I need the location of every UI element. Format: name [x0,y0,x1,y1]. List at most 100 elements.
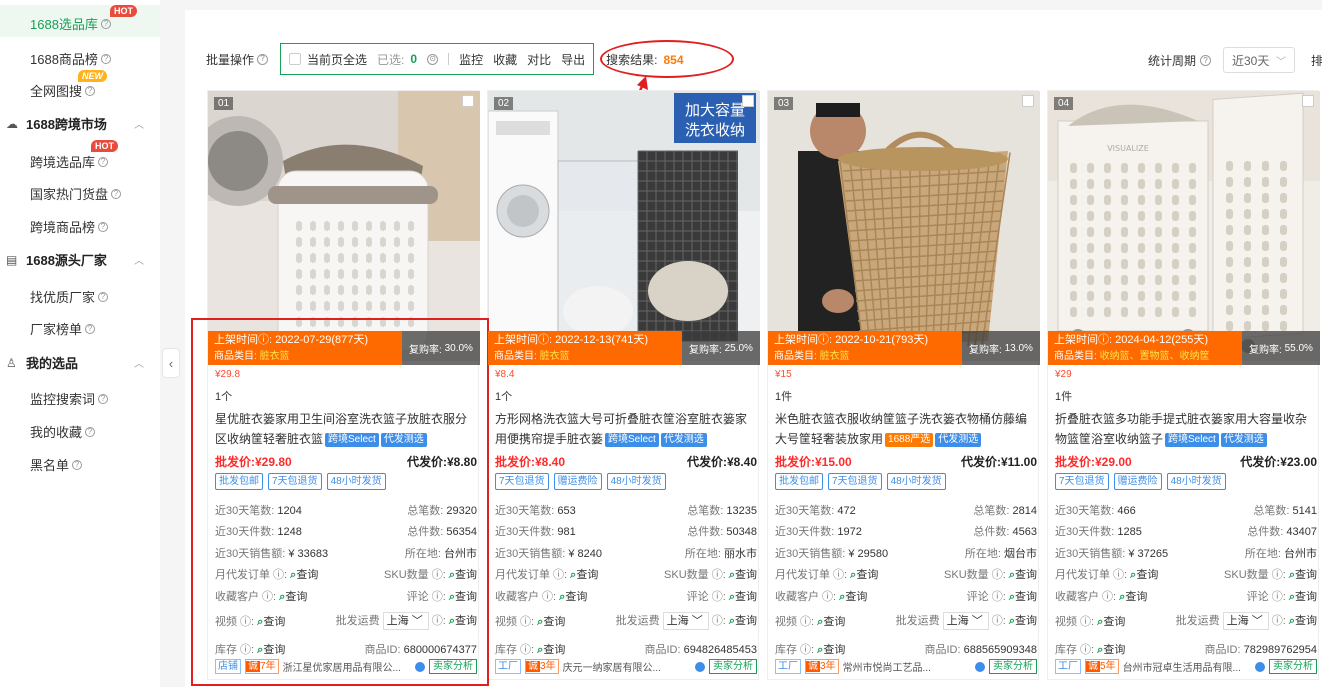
card-checkbox[interactable] [1302,95,1314,107]
export-button[interactable]: 导出 [561,51,585,68]
sidebar-item-1688-library[interactable]: 1688选品库? [30,14,111,33]
sidebar-item-factory-ranking[interactable]: 厂家榜单? [30,319,96,338]
help-icon: ? [100,18,111,29]
info-icon[interactable]: ⊙ [427,53,439,65]
product-title[interactable]: 米色脏衣篮衣服收纳筐篮子洗衣篓衣物桶仿藤编大号筐轻奢装放家用 1688严选 代发测选 [775,409,1037,449]
product-card[interactable]: 加大容量 洗衣收纳 02 上架时间ⓘ: 2022-12-13(741天) 商品类… [487,90,760,680]
sidebar-item-image-search[interactable]: 全网图搜? [30,81,96,100]
fav-customers-query[interactable]: ⌕查询 [559,591,587,603]
video-query[interactable]: ⌕查询 [1097,616,1125,628]
stock-query[interactable]: ⌕查询 [537,644,565,656]
product-id: 782989762954 [1243,643,1317,656]
sku-query[interactable]: ⌕查询 [1009,569,1037,581]
stock-query[interactable]: ⌕查询 [1097,644,1125,656]
help-icon: ? [100,53,111,64]
annotation-rectangle [191,318,489,686]
service-chip: 7天包退货 [1055,473,1109,490]
sidebar-item-my-favorites[interactable]: 我的收藏? [30,422,96,441]
monthly-orders-query[interactable]: ⌕查询 [1130,569,1158,581]
select-all-label[interactable]: 当前页全选 [307,51,367,68]
fav-customers-query[interactable]: ⌕查询 [839,591,867,603]
sidebar-item-crossborder-ranking[interactable]: 跨境商品榜? [30,217,109,236]
help-icon: ⓘ [538,334,549,346]
favorite-button[interactable]: 收藏 [493,51,517,68]
sidebar-item-find-factory[interactable]: 找优质厂家? [30,287,109,306]
chevron-up-icon[interactable]: ︿ [134,252,144,267]
company-name[interactable]: 台州市冠卓生活用品有限... [1123,659,1251,674]
product-card[interactable]: VISUALIZE 04 上架时间ⓘ: 2024-04-12(255天) 商品类… [1047,90,1320,680]
card-checkbox[interactable] [1022,95,1034,107]
seller-analysis-button[interactable]: 卖家分析 [709,659,757,674]
shipping-region-select[interactable]: 上海 ﹀ [942,611,989,630]
shipping-query[interactable]: ⌕查询 [1289,615,1317,627]
company-name[interactable]: 庆元一纳家居有限公... [563,659,691,674]
sort-label[interactable]: 排 [1311,52,1322,69]
select-all-checkbox[interactable] [289,53,302,65]
monthly-orders-query[interactable]: ⌕查询 [850,569,878,581]
category: 商品类目: 脏衣篮 [208,349,402,365]
repurchase-rate: 复购率: 25.0% [682,331,760,365]
service-chip: 48小时发货 [1166,473,1226,490]
shipping-query[interactable]: ⌕查询 [1009,615,1037,627]
pieces-30d: 1285 [1117,526,1142,539]
product-image[interactable]: 加大容量 洗衣收纳 [488,91,760,361]
help-icon: ? [98,393,109,404]
company-name[interactable]: 常州市悦尚工艺品... [843,659,971,674]
period-select[interactable]: 近30天 ﹀ [1223,47,1295,73]
chevron-up-icon[interactable]: ︿ [134,355,144,370]
sidebar-item-1688-ranking[interactable]: 1688商品榜? [30,49,111,68]
sidebar-group-factory[interactable]: ▤ 1688源头厂家 [6,250,107,269]
monthly-orders-query[interactable]: ⌕查询 [570,569,598,581]
sidebar-group-my-selection[interactable]: ♙ 我的选品 [6,353,78,372]
product-title[interactable]: 折叠脏衣篮多功能手提式脏衣篓家用大容量收杂物篮筐浴室收纳篮子 跨境Select 代发… [1055,409,1317,449]
sidebar-item-blacklist[interactable]: 黑名单? [30,455,83,474]
sidebar-group-crossborder[interactable]: ☁ 1688跨境市场 [6,114,107,133]
stock-query[interactable]: ⌕查询 [817,644,845,656]
shipping-region-select[interactable]: 上海 ﹀ [662,611,709,630]
sidebar-item-country-hot[interactable]: 国家热门货盘? [30,184,122,203]
pieces-30d: 981 [557,526,576,539]
card-checkbox[interactable] [462,95,474,107]
seller-analysis-button[interactable]: 卖家分析 [989,659,1037,674]
product-tag: 1688严选 [885,432,934,447]
sidebar-item-crossborder-library[interactable]: 跨境选品库? [30,152,109,171]
collapse-sidebar-button[interactable]: ‹ [162,348,180,378]
chat-icon[interactable] [695,661,705,672]
chat-icon[interactable] [975,661,985,672]
annotation-ellipse [600,40,734,78]
sku-query[interactable]: ⌕查询 [729,569,757,581]
shipping-query[interactable]: ⌕查询 [729,615,757,627]
seller-row: 工厂 诚 3年 常州市悦尚工艺品... 卖家分析 [775,659,1037,674]
fav-customers-query[interactable]: ⌕查询 [1119,591,1147,603]
product-image[interactable] [768,91,1040,361]
image-info-overlay: 上架时间ⓘ: 2024-04-12(255天) 商品类目: 收纳篮、置物篮、收纳… [1048,331,1320,367]
sidebar: 1688选品库? HOT 1688商品榜? 全网图搜? NEW ☁ 1688跨境市… [0,0,160,687]
factory-icon: 诚 [1086,661,1100,672]
service-chip: 批发包邮 [775,473,823,490]
svg-text:VISUALIZE: VISUALIZE [1107,144,1149,153]
compare-button[interactable]: 对比 [527,51,551,68]
reviews-query[interactable]: ⌕查询 [1289,591,1317,603]
video-query[interactable]: ⌕查询 [537,616,565,628]
chat-icon[interactable] [1255,661,1265,672]
product-id: 688565909348 [963,643,1037,656]
wholesale-price: 批发价:¥15.00 [775,455,852,469]
video-query[interactable]: ⌕查询 [817,616,845,628]
sales-30d: ¥ 37265 [1128,547,1169,560]
monitor-button[interactable]: 监控 [459,51,483,68]
sidebar-item-monitor-keywords[interactable]: 监控搜索词? [30,389,109,408]
category: 商品类目: 收纳篮、置物篮、收纳筐 [1048,349,1242,365]
help-icon: ? [85,426,96,437]
listed-time: 上架时间ⓘ: 2022-07-29(877天) [208,331,402,349]
card-checkbox[interactable] [742,95,754,107]
product-image[interactable]: VISUALIZE [1048,91,1320,361]
sku-query[interactable]: ⌕查询 [1289,569,1317,581]
reviews-query[interactable]: ⌕查询 [1009,591,1037,603]
reviews-query[interactable]: ⌕查询 [729,591,757,603]
orders-30d: 472 [837,504,856,517]
chevron-up-icon[interactable]: ︿ [134,116,144,131]
product-title[interactable]: 方形网格洗衣篮大号可折叠脏衣筐浴室脏衣篓家用便携帘提手脏衣篓 跨境Select 代发… [495,409,757,449]
seller-analysis-button[interactable]: 卖家分析 [1269,659,1317,674]
product-card[interactable]: 03 上架时间ⓘ: 2022-10-21(793天) 商品类目: 脏衣篮 复购率… [767,90,1040,680]
shipping-region-select[interactable]: 上海 ﹀ [1222,611,1269,630]
